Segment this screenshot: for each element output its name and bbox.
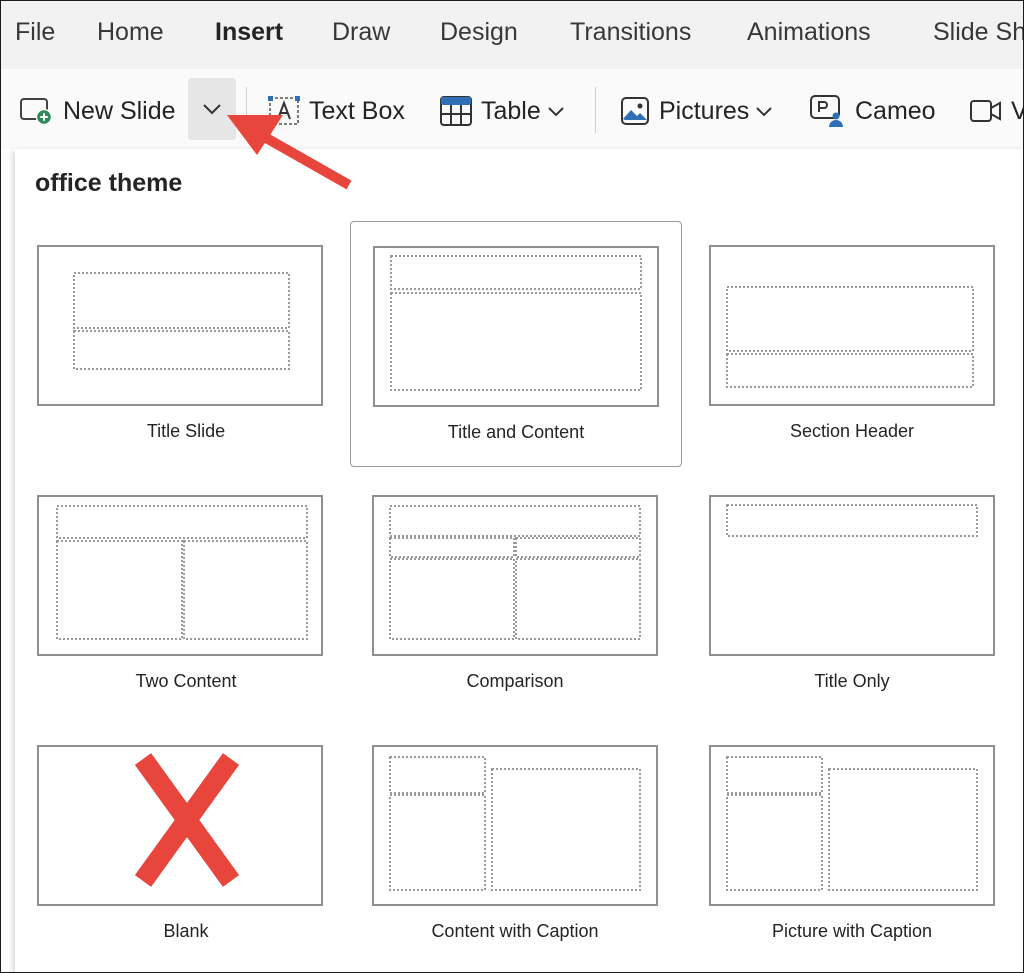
chevron-down-icon — [547, 106, 565, 117]
new-slide-label: New Slide — [63, 96, 176, 125]
cameo-icon — [809, 94, 847, 128]
layout-thumbnail — [709, 495, 995, 656]
layout-label: Blank — [163, 921, 209, 941]
layout-title-slide[interactable]: Title Slide — [21, 221, 351, 465]
pictures-button[interactable]: Pictures — [619, 93, 773, 129]
video-button[interactable]: V — [969, 93, 1023, 129]
layout-title-and-content[interactable]: Title and Content — [350, 221, 682, 467]
layout-content-with-caption[interactable]: Content with Caption — [350, 721, 680, 965]
layout-label: Section Header — [789, 421, 915, 441]
cameo-label: Cameo — [855, 96, 936, 125]
layout-title-only[interactable]: Title Only — [687, 471, 1017, 715]
ribbon-toolbar: New Slide Text Box Table Pictures Cameo — [1, 69, 1023, 149]
layout-thumbnail — [37, 245, 323, 406]
tab-slide-show[interactable]: Slide Sh — [933, 17, 1023, 47]
new-slide-button[interactable]: New Slide — [19, 93, 176, 129]
tab-design[interactable]: Design — [440, 17, 518, 47]
layout-section-header[interactable]: Section Header — [687, 221, 1017, 465]
layout-thumbnail — [37, 745, 323, 906]
layout-label: Title Only — [814, 671, 890, 691]
table-button[interactable]: Table — [439, 93, 565, 129]
picture-icon — [619, 95, 651, 127]
table-label: Table — [481, 96, 541, 125]
layout-thumbnail — [709, 745, 995, 906]
layout-two-content[interactable]: Two Content — [21, 471, 351, 715]
tab-home[interactable]: Home — [97, 17, 164, 47]
tab-animations[interactable]: Animations — [747, 17, 871, 47]
video-camera-icon — [969, 97, 1003, 125]
app-window: File Home Insert Draw Design Transitions… — [0, 0, 1024, 973]
table-icon — [439, 95, 473, 127]
tab-transitions[interactable]: Transitions — [570, 17, 691, 47]
layout-comparison[interactable]: Comparison — [350, 471, 680, 715]
section-title: office theme — [35, 169, 183, 197]
layout-picture-with-caption[interactable]: Picture with Caption — [687, 721, 1017, 965]
layout-thumbnail — [373, 246, 659, 407]
tab-draw[interactable]: Draw — [332, 17, 390, 47]
red-x-annotation-icon — [134, 753, 240, 887]
layout-thumbnail — [372, 495, 658, 656]
chevron-down-icon — [755, 106, 773, 117]
video-label: V — [1011, 97, 1023, 126]
menu-bar: File Home Insert Draw Design Transitions… — [1, 1, 1023, 69]
layout-thumbnail — [372, 745, 658, 906]
layout-label: Two Content — [135, 671, 237, 691]
new-slide-icon — [19, 96, 55, 126]
layout-blank[interactable]: Blank — [21, 721, 351, 965]
layout-label: Comparison — [466, 671, 564, 691]
red-arrow-annotation-icon — [227, 115, 352, 190]
layout-gallery-panel: office theme Title Slide Title and Conte… — [15, 149, 1023, 972]
cameo-button[interactable]: Cameo — [809, 93, 936, 129]
pictures-label: Pictures — [659, 96, 750, 125]
tab-file[interactable]: File — [15, 17, 55, 47]
layout-label: Content with Caption — [431, 921, 599, 941]
layout-thumbnail — [37, 495, 323, 656]
layout-thumbnail — [709, 245, 995, 406]
ribbon-divider — [595, 87, 596, 133]
layout-label: Title and Content — [447, 422, 585, 442]
tab-insert[interactable]: Insert — [215, 17, 283, 47]
layout-label: Picture with Caption — [771, 921, 933, 941]
layout-label: Title Slide — [146, 421, 226, 441]
chevron-down-icon — [203, 104, 221, 115]
